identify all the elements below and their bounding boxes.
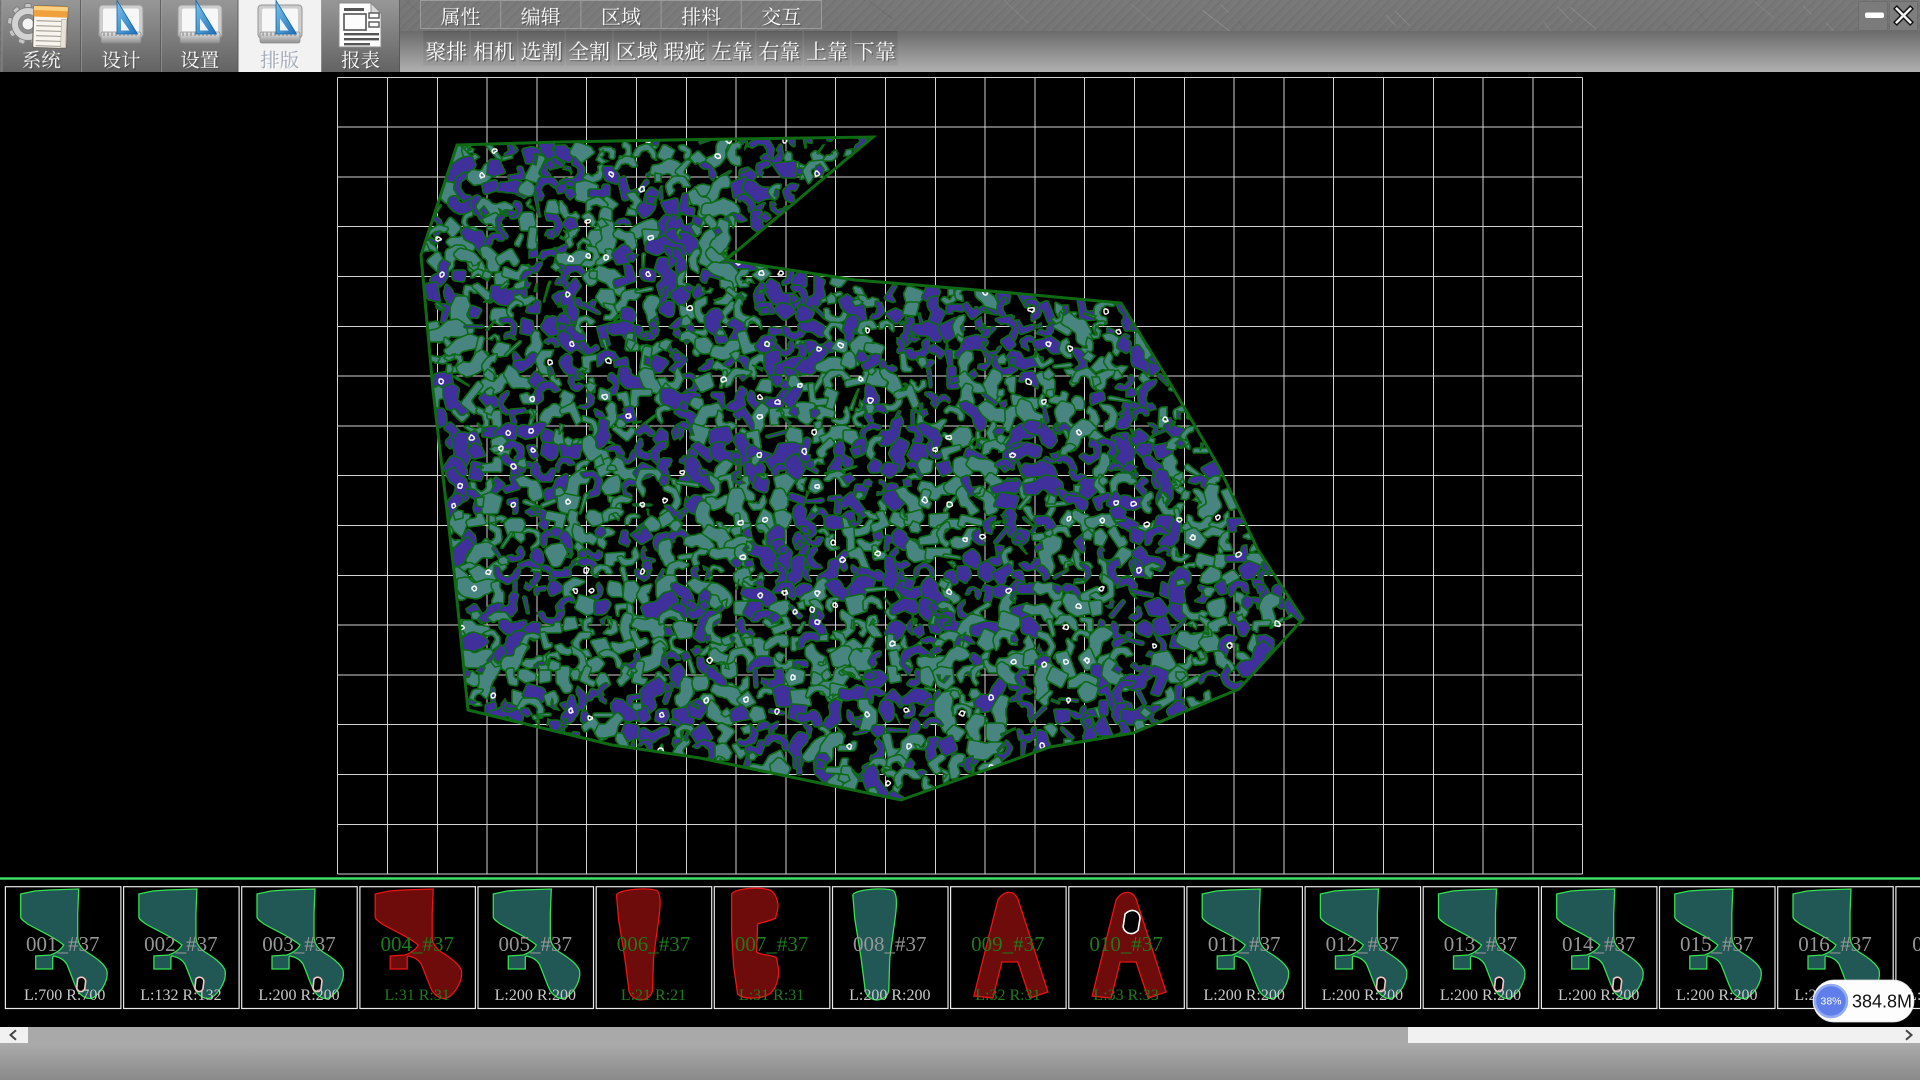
svg-text:L:200 R:200: L:200 R:200 [1322, 987, 1403, 1004]
svg-text:009_#37: 009_#37 [971, 932, 1045, 956]
svg-text:L:200 R:200: L:200 R:200 [1204, 987, 1285, 1004]
svg-text:L:200 R:200: L:200 R:200 [1558, 987, 1639, 1004]
svg-text:003_#37: 003_#37 [262, 932, 336, 956]
svg-text:L:200 R:200: L:200 R:200 [258, 987, 339, 1004]
svg-text:38%: 38% [1820, 996, 1841, 1008]
svg-text:014_#37: 014_#37 [1562, 932, 1636, 956]
svg-text:002_#37: 002_#37 [144, 932, 218, 956]
svg-text:016_#37: 016_#37 [1798, 932, 1872, 956]
svg-text:L:31 R:31: L:31 R:31 [385, 987, 450, 1004]
svg-text:L:33 R:33: L:33 R:33 [1093, 987, 1158, 1004]
svg-text:384.8M: 384.8M [1852, 992, 1912, 1012]
svg-text:007_#37: 007_#37 [735, 932, 809, 956]
svg-text:006_#37: 006_#37 [617, 932, 691, 956]
svg-text:L:200 R:200: L:200 R:200 [495, 987, 576, 1004]
svg-text:010_#37: 010_#37 [1089, 932, 1163, 956]
svg-text:L:21 R:21: L:21 R:21 [621, 987, 686, 1004]
svg-text:L:200 R:200: L:200 R:200 [849, 987, 930, 1004]
svg-text:001_#37: 001_#37 [26, 932, 100, 956]
svg-text:L:32 R:31: L:32 R:31 [975, 987, 1040, 1004]
svg-text:008_#37: 008_#37 [853, 932, 927, 956]
svg-text:L:200 R:200: L:200 R:200 [1676, 987, 1757, 1004]
svg-text:L:700 R:700: L:700 R:700 [20, 987, 105, 1004]
svg-text:013_#37: 013_#37 [1444, 932, 1518, 956]
svg-text:004_#37: 004_#37 [380, 932, 454, 956]
svg-text:L:200 R:200: L:200 R:200 [1440, 987, 1521, 1004]
svg-text:0: 0 [1912, 932, 1920, 956]
svg-text:015_#37: 015_#37 [1680, 932, 1754, 956]
svg-text:L:31 R:31: L:31 R:31 [739, 987, 804, 1004]
svg-text:012_#37: 012_#37 [1326, 932, 1400, 956]
svg-text:L:132 R:132: L:132 R:132 [140, 987, 221, 1004]
svg-text:011_#37: 011_#37 [1208, 932, 1281, 956]
svg-text:005_#37: 005_#37 [499, 932, 573, 956]
